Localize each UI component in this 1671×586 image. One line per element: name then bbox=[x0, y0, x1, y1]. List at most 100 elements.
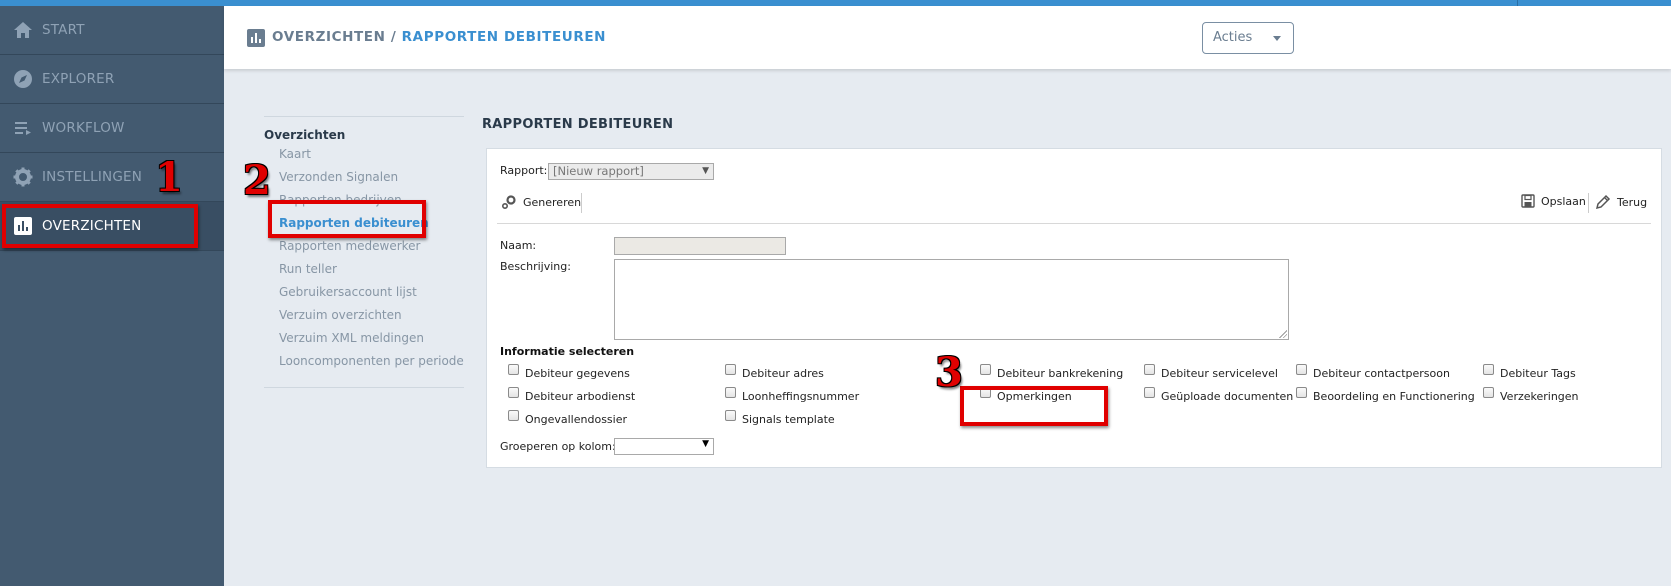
list-icon bbox=[12, 117, 34, 139]
resize-grip-icon[interactable] bbox=[1279, 330, 1287, 338]
breadcrumb: OVERZICHTEN / RAPPORTEN DEBITEUREN bbox=[272, 29, 606, 45]
submenu-item-verzuim-overzichten[interactable]: Verzuim overzichten bbox=[279, 308, 402, 322]
checkbox-verzekeringen[interactable]: Verzekeringen bbox=[1483, 387, 1579, 403]
submenu-item-rapporten-medewerker[interactable]: Rapporten medewerker bbox=[279, 239, 421, 253]
checkbox-box[interactable] bbox=[508, 387, 519, 398]
checkbox-label: Verzekeringen bbox=[1500, 390, 1579, 403]
checkbox-box[interactable] bbox=[1144, 364, 1155, 375]
submenu-title: Overzichten bbox=[264, 128, 346, 142]
toolbar-divider-line bbox=[497, 223, 1651, 224]
checkbox-signals-template[interactable]: Signals template bbox=[725, 410, 835, 426]
save-button-label: Opslaan bbox=[1541, 194, 1586, 208]
checkbox-debiteur-bankrekening[interactable]: Debiteur bankrekening bbox=[980, 364, 1124, 380]
checkbox-debiteur-servicelevel[interactable]: Debiteur servicelevel bbox=[1144, 364, 1278, 380]
sidebar-item-label: INSTELLINGEN bbox=[42, 169, 143, 185]
submenu-item-gebruikersaccount-lijst[interactable]: Gebruikersaccount lijst bbox=[279, 285, 417, 299]
submenu-item-verzonden-signalen[interactable]: Verzonden Signalen bbox=[279, 170, 398, 184]
checkbox-debiteur-adres[interactable]: Debiteur adres bbox=[725, 364, 824, 380]
naam-input[interactable] bbox=[614, 237, 786, 255]
submenu-item-kaart[interactable]: Kaart bbox=[279, 147, 311, 161]
breadcrumb-separator: / bbox=[385, 29, 402, 45]
sidebar-item-workflow[interactable]: WORKFLOW bbox=[0, 104, 224, 153]
checkbox-label: Debiteur adres bbox=[742, 367, 824, 380]
back-button[interactable]: Terug bbox=[1595, 194, 1647, 210]
checkbox-debiteur-contactpersoon[interactable]: Debiteur contactpersoon bbox=[1296, 364, 1450, 380]
group-by-select[interactable]: ▼ bbox=[614, 438, 714, 455]
rapport-label: Rapport: bbox=[500, 164, 548, 177]
beschrijving-textarea[interactable] bbox=[614, 259, 1289, 340]
annotation-step-1: 1 bbox=[155, 154, 183, 201]
home-icon bbox=[12, 19, 34, 41]
sidebar-item-label: WORKFLOW bbox=[42, 120, 125, 136]
checkbox-label: Geüploade documenten bbox=[1161, 390, 1294, 403]
generate-button[interactable]: Genereren bbox=[501, 194, 581, 210]
pencil-icon bbox=[1595, 194, 1611, 210]
checkbox-geuploade-documenten[interactable]: Geüploade documenten bbox=[1144, 387, 1294, 403]
save-icon bbox=[1521, 194, 1535, 208]
submenu-item-run-teller[interactable]: Run teller bbox=[279, 262, 337, 276]
checkbox-label: Debiteur gegevens bbox=[525, 367, 630, 380]
checkbox-debiteur-arbodienst[interactable]: Debiteur arbodienst bbox=[508, 387, 636, 403]
compass-icon bbox=[12, 68, 34, 90]
sidebar: START EXPLORER WORKFLOW INSTELLINGEN OVE… bbox=[0, 6, 224, 586]
checkbox-debiteur-tags[interactable]: Debiteur Tags bbox=[1483, 364, 1576, 380]
annotation-highlight-rapporten-debiteuren bbox=[268, 200, 426, 238]
sidebar-item-instellingen[interactable]: INSTELLINGEN bbox=[0, 153, 224, 202]
toolbar-divider bbox=[1588, 193, 1589, 213]
checkbox-debiteur-gegevens[interactable]: Debiteur gegevens bbox=[508, 364, 630, 380]
checkbox-label: Debiteur bankrekening bbox=[997, 367, 1124, 380]
actions-dropdown[interactable]: Acties bbox=[1202, 22, 1294, 54]
checkbox-ongevallendossier[interactable]: Ongevallendossier bbox=[508, 410, 628, 426]
dropdown-arrow-icon: ▼ bbox=[702, 439, 709, 449]
breadcrumb-current: RAPPORTEN DEBITEUREN bbox=[401, 29, 607, 45]
info-select-title: Informatie selecteren bbox=[500, 345, 635, 358]
gear-icon bbox=[12, 166, 34, 188]
sidebar-item-label: EXPLORER bbox=[42, 71, 115, 87]
checkbox-label: Debiteur Tags bbox=[1500, 367, 1576, 380]
page-header: OVERZICHTEN / RAPPORTEN DEBITEUREN Actie… bbox=[224, 6, 1671, 69]
checkbox-box[interactable] bbox=[1483, 364, 1494, 375]
checkbox-label: Debiteur contactpersoon bbox=[1313, 367, 1450, 380]
sidebar-item-start[interactable]: START bbox=[0, 6, 224, 55]
rapport-select[interactable]: [Nieuw rapport] ▼ bbox=[548, 163, 714, 180]
sidebar-item-label: START bbox=[42, 22, 85, 38]
annotation-highlight-opmerkingen bbox=[960, 386, 1108, 426]
checkbox-box[interactable] bbox=[1296, 364, 1307, 375]
beschrijving-label: Beschrijving: bbox=[500, 260, 571, 273]
annotation-highlight-overzichten bbox=[2, 204, 198, 248]
save-button[interactable]: Opslaan bbox=[1521, 194, 1586, 208]
breadcrumb-parent[interactable]: OVERZICHTEN bbox=[272, 29, 386, 45]
checkbox-beoordeling-functionering[interactable]: Beoordeling en Functionering bbox=[1296, 387, 1475, 403]
checkbox-label: Ongevallendossier bbox=[525, 413, 628, 426]
submenu-item-verzuim-xml-meldingen[interactable]: Verzuim XML meldingen bbox=[279, 331, 424, 345]
checkbox-box[interactable] bbox=[508, 364, 519, 375]
gears-icon bbox=[501, 195, 516, 210]
checkbox-box[interactable] bbox=[980, 364, 991, 375]
checkbox-box[interactable] bbox=[1144, 387, 1155, 398]
checkbox-box[interactable] bbox=[725, 410, 736, 421]
actions-dropdown-label: Acties bbox=[1213, 30, 1253, 45]
checkbox-label: Debiteur arbodienst bbox=[525, 390, 636, 403]
chevron-down-icon bbox=[1273, 36, 1281, 41]
rapport-select-value: [Nieuw rapport] bbox=[553, 164, 644, 178]
checkbox-loonheffingsnummer[interactable]: Loonheffingsnummer bbox=[725, 387, 860, 403]
checkbox-label: Debiteur servicelevel bbox=[1161, 367, 1278, 380]
checkbox-box[interactable] bbox=[725, 387, 736, 398]
back-button-label: Terug bbox=[1617, 195, 1648, 209]
checkbox-box[interactable] bbox=[1483, 387, 1494, 398]
checkbox-box[interactable] bbox=[1296, 387, 1307, 398]
checkbox-label: Signals template bbox=[742, 413, 835, 426]
page-title: RAPPORTEN DEBITEUREN bbox=[482, 117, 674, 132]
dropdown-arrow-icon: ▼ bbox=[702, 166, 709, 176]
generate-button-label: Genereren bbox=[523, 195, 582, 209]
overzichten-submenu: Overzichten Kaart Verzonden Signalen Rap… bbox=[264, 116, 464, 388]
sidebar-item-explorer[interactable]: EXPLORER bbox=[0, 55, 224, 104]
checkbox-label: Loonheffingsnummer bbox=[742, 390, 860, 403]
submenu-item-looncomponenten[interactable]: Looncomponenten per periode bbox=[279, 354, 464, 368]
annotation-step-2: 2 bbox=[243, 157, 271, 204]
group-by-label: Groeperen op kolom: bbox=[500, 440, 616, 453]
toolbar-divider bbox=[581, 193, 582, 213]
checkbox-box[interactable] bbox=[725, 364, 736, 375]
annotation-step-3: 3 bbox=[935, 349, 963, 396]
checkbox-box[interactable] bbox=[508, 410, 519, 421]
